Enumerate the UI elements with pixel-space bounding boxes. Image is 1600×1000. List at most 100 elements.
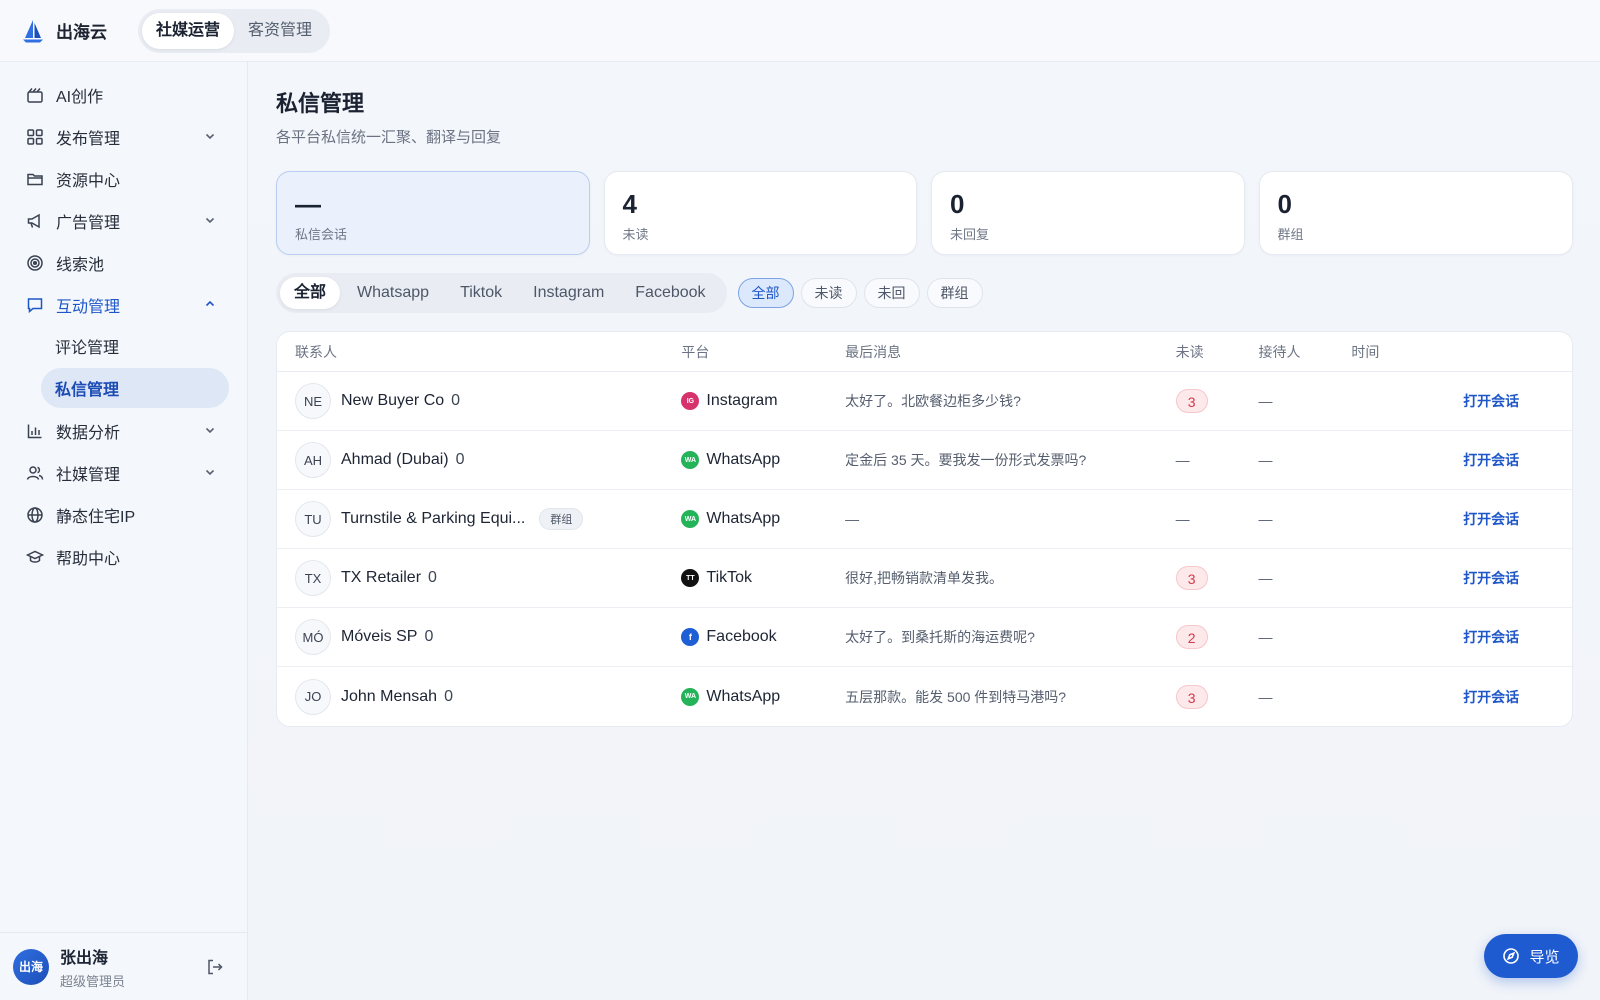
group-badge: 群组 [539, 508, 584, 530]
contact-cell: TU Turnstile & Parking Equi... 群组 [277, 501, 681, 537]
open-conversation-link[interactable]: 打开会话 [1463, 391, 1572, 411]
unread-badge: 3 [1175, 389, 1208, 413]
chevron-down-icon [205, 217, 215, 224]
stat-label: 群组 [1277, 227, 1304, 242]
guide-button-label: 导览 [1529, 948, 1560, 966]
sidebar-subitem-direct-messages[interactable]: 私信管理 [41, 368, 229, 408]
stat-card-unread[interactable]: 4 未读 [603, 171, 917, 255]
sidebar-item-interaction[interactable]: 互动管理 [0, 284, 247, 326]
sidebar-item-help[interactable]: 帮助中心 [0, 536, 247, 578]
contact-count: 0 [424, 628, 434, 645]
chevron-down-icon [205, 427, 215, 434]
chip-status-all[interactable]: 全部 [737, 278, 794, 308]
column-header-platform[interactable]: 平台 [681, 342, 845, 362]
contact-cell: NE New Buyer Co 0 [277, 383, 681, 419]
table-header: 联系人 平台 最后消息 未读 接待人 时间 [277, 332, 1572, 372]
table-row[interactable]: MÓ Móveis SP 0 f Facebook 太好了。到桑托斯的海运费呢?… [277, 608, 1572, 667]
contact-avatar: JO [295, 678, 331, 715]
sidebar-item-social-accounts[interactable]: 社媒管理 [0, 452, 247, 494]
brand[interactable]: 出海云 [20, 18, 138, 44]
guide-button[interactable]: 导览 [1484, 934, 1578, 978]
sidebar-item-label: 线索池 [56, 257, 105, 274]
column-header-last-message[interactable]: 最后消息 [845, 342, 1175, 362]
unread-cell: — [1175, 511, 1190, 527]
last-message: 很好,把畅销款清单发我。 [845, 570, 1004, 586]
contact-cell: JO John Mensah 0 [277, 678, 681, 715]
platform-cell: f Facebook [681, 628, 845, 646]
column-header-time[interactable]: 时间 [1351, 342, 1463, 362]
sidebar-item-static-ip[interactable]: 静态住宅IP [0, 494, 247, 536]
table-row[interactable]: TU Turnstile & Parking Equi... 群组 WA Wha… [277, 490, 1572, 549]
table-row[interactable]: NE New Buyer Co 0 IG Instagram 太好了。北欧餐边柜… [277, 372, 1572, 431]
platform-tabs: 全部 Whatsapp Tiktok Instagram Facebook [276, 273, 727, 313]
sidebar-item-ads[interactable]: 广告管理 [0, 200, 247, 242]
tab-social-ops[interactable]: 社媒运营 [142, 12, 235, 49]
platform-cell: TT TikTok [681, 569, 845, 587]
stat-card-groups[interactable]: 0 群组 [1258, 171, 1573, 255]
sidebar-item-label: 资源中心 [56, 173, 121, 190]
sidebar-item-label: 社媒管理 [56, 467, 121, 484]
platform-name: Facebook [706, 628, 777, 645]
chip-status-unreplied[interactable]: 未回 [863, 278, 920, 308]
chat-icon [27, 298, 43, 314]
agent-cell: — [1258, 393, 1273, 409]
bar-chart-icon [27, 424, 42, 439]
agent-cell: — [1258, 452, 1273, 468]
user-profile: 出海 张出海 超级管理员 [0, 932, 247, 1000]
contact-count: 0 [455, 451, 465, 468]
sidebar-item-label: 发布管理 [56, 131, 121, 148]
platform-cell: WA WhatsApp [681, 687, 845, 706]
column-header-unread[interactable]: 未读 [1176, 342, 1259, 362]
tab-platform-instagram[interactable]: Instagram [519, 277, 618, 309]
open-conversation-link[interactable]: 打开会话 [1463, 509, 1572, 529]
unread-cell: 3 [1175, 566, 1259, 590]
stat-card-unreplied[interactable]: 0 未回复 [931, 171, 1245, 255]
facebook-icon: f [681, 628, 700, 646]
page-subtitle: 各平台私信统一汇聚、翻译与回复 [276, 129, 502, 146]
unread-cell: — [1175, 452, 1190, 468]
sidebar-item-label: 数据分析 [56, 425, 121, 442]
stats-cards: — 私信会话 4 未读 0 未回复 0 群组 [276, 171, 1573, 255]
contact-name: TX Retailer [341, 569, 422, 586]
sidebar-item-label: 静态住宅IP [56, 509, 136, 526]
stat-value: 4 [622, 189, 637, 219]
column-header-agent[interactable]: 接待人 [1259, 342, 1352, 362]
logout-icon[interactable] [205, 957, 225, 977]
sailboat-logo-icon [23, 19, 43, 42]
platform-name: WhatsApp [706, 510, 781, 527]
tab-platform-tiktok[interactable]: Tiktok [446, 277, 516, 309]
sidebar-item-ai-create[interactable]: AI创作 [0, 74, 247, 116]
open-conversation-link[interactable]: 打开会话 [1463, 568, 1572, 588]
sidebar-item-lead-pool[interactable]: 线索池 [0, 242, 247, 284]
unread-badge: 2 [1175, 625, 1208, 649]
unread-cell: 3 [1175, 389, 1259, 413]
sidebar-item-resources[interactable]: 资源中心 [0, 158, 247, 200]
sidebar-item-publish[interactable]: 发布管理 [0, 116, 247, 158]
tab-lead-management[interactable]: 客资管理 [234, 13, 326, 49]
contact-avatar: TU [295, 501, 331, 537]
table-row[interactable]: TX TX Retailer 0 TT TikTok 很好,把畅销款清单发我。 … [277, 549, 1572, 608]
tab-platform-all[interactable]: 全部 [280, 277, 341, 309]
contact-name: New Buyer Co [341, 392, 445, 409]
top-bar: 出海云 社媒运营 客资管理 [0, 0, 1600, 62]
sidebar-item-label: AI创作 [56, 89, 104, 106]
table-row[interactable]: JO John Mensah 0 WA WhatsApp 五层那款。能发 500… [277, 667, 1572, 726]
sidebar-item-analytics[interactable]: 数据分析 [0, 410, 247, 452]
chip-status-groups[interactable]: 群组 [926, 278, 983, 308]
open-conversation-link[interactable]: 打开会话 [1463, 687, 1572, 707]
tab-platform-facebook[interactable]: Facebook [621, 277, 719, 309]
grid-icon [27, 129, 43, 145]
contact-cell: TX TX Retailer 0 [277, 560, 681, 596]
sidebar-subitem-comments[interactable]: 评论管理 [41, 326, 229, 366]
table-row[interactable]: AH Ahmad (Dubai) 0 WA WhatsApp 定金后 35 天。… [277, 431, 1572, 490]
users-icon [26, 466, 44, 480]
tab-platform-whatsapp[interactable]: Whatsapp [343, 277, 443, 309]
open-conversation-link[interactable]: 打开会话 [1463, 450, 1572, 470]
column-header-contact[interactable]: 联系人 [277, 342, 681, 362]
avatar[interactable]: 出海 [13, 948, 49, 985]
platform-cell: WA WhatsApp [681, 451, 845, 469]
chip-status-unread[interactable]: 未读 [800, 278, 857, 308]
stat-card-conversations[interactable]: — 私信会话 [276, 171, 590, 255]
open-conversation-link[interactable]: 打开会话 [1463, 627, 1572, 647]
instagram-icon: IG [681, 392, 700, 410]
